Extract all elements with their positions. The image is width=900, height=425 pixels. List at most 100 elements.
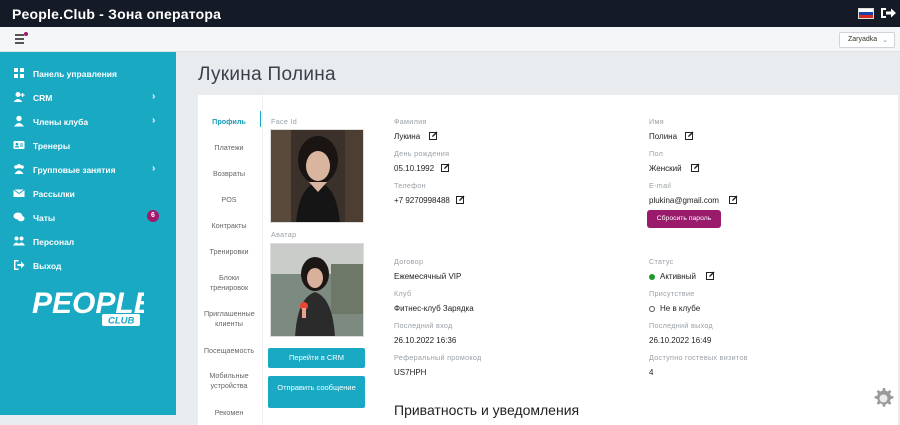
sidebar-item-mailings[interactable]: Рассылки (0, 182, 176, 206)
presence-dot (649, 306, 655, 312)
envelope-icon (13, 189, 25, 197)
edit-icon[interactable] (429, 131, 438, 140)
avatar-image (271, 244, 363, 336)
sidebar-item-group-classes[interactable]: Групповые занятия › (0, 158, 176, 182)
tab-trainings[interactable]: Тренировки (198, 247, 260, 257)
sidebar-item-label: Групповые занятия (33, 165, 116, 175)
sidebar-item-members[interactable]: Члены клуба › (0, 110, 176, 134)
edit-icon[interactable] (456, 195, 465, 204)
toolbar (0, 27, 900, 52)
sidebar-item-staff[interactable]: Персонал (0, 230, 176, 254)
edit-icon[interactable] (691, 163, 700, 172)
chevron-right-icon: › (152, 163, 156, 174)
gender-label: Пол (649, 149, 664, 158)
main-content: Лукина Полина Профиль Платежи Возвраты P… (176, 52, 900, 425)
page-title: Лукина Полина (198, 64, 336, 85)
guest-visits-value: 4 (649, 368, 654, 377)
chevron-right-icon: › (152, 91, 156, 102)
phone-label: Телефон (394, 181, 426, 190)
guest-visits-label: Доступно гостевых визитов (649, 353, 748, 362)
reset-password-button[interactable]: Сбросить пароль (647, 210, 721, 228)
edit-icon[interactable] (729, 195, 738, 204)
firstname-label: Имя (649, 117, 664, 126)
sidebar-item-dashboard[interactable]: Панель управления (0, 62, 176, 86)
sidebar-item-crm[interactable]: CRM › (0, 86, 176, 110)
sidebar-item-label: Члены клуба (33, 117, 89, 127)
tab-profile[interactable]: Профиль (198, 117, 260, 127)
tab-payments[interactable]: Платежи (198, 143, 260, 153)
face-id-photo (270, 129, 364, 223)
sidebar-item-label: CRM (33, 93, 53, 103)
edit-icon[interactable] (441, 163, 450, 172)
tab-invited-clients[interactable]: Приглашенные клиенты (198, 309, 260, 329)
app-title: People.Club - Зона оператора (12, 6, 222, 22)
sidebar-item-label: Персонал (33, 237, 75, 247)
unread-badge: 6 (147, 210, 159, 222)
logo-sub-text: CLUB (108, 316, 135, 327)
face-id-label: Face Id (271, 117, 298, 126)
birthday-label: День рождения (394, 149, 450, 158)
promo-value: US7HPH (394, 368, 427, 377)
users-icon (14, 164, 24, 174)
edit-icon[interactable] (706, 271, 715, 280)
people-club-logo: PEOPLE CLUB (32, 287, 144, 327)
status-active-dot (649, 274, 655, 280)
sidebar-item-trainers[interactable]: Тренеры (0, 134, 176, 158)
sidebar: Панель управления CRM › Члены клуба › Тр… (0, 52, 176, 415)
tab-attendance[interactable]: Посещаемость (198, 346, 260, 356)
chat-icon (13, 212, 25, 222)
tab-mobile-devices[interactable]: Мобильные устройства (198, 371, 260, 391)
settings-gear-icon[interactable] (871, 386, 895, 410)
sidebar-item-label: Выход (33, 261, 62, 271)
privacy-section-title: Приватность и уведомления (394, 402, 580, 418)
last-exit-label: Последний выход (649, 321, 714, 330)
status-label: Статус (649, 257, 674, 266)
tab-contracts[interactable]: Контракты (198, 221, 260, 231)
staff-icon (13, 236, 25, 246)
tab-training-blocks[interactable]: Блоки тренировок (198, 273, 260, 293)
phone-value: +7 9270998488 (394, 196, 450, 205)
firstname-value: Полина (649, 132, 678, 141)
user-plus-icon (13, 92, 25, 102)
user-icon (14, 115, 24, 127)
menu-toggle-icon[interactable] (15, 32, 28, 44)
presence-value: Не в клубе (660, 304, 701, 313)
member-card: Профиль Платежи Возвраты POS Контракты Т… (198, 95, 898, 425)
sidebar-item-chats[interactable]: Чаты 6 (0, 206, 176, 230)
email-value: plukina@gmail.com (649, 196, 719, 205)
promo-label: Реферальный промокод (394, 353, 482, 362)
last-login-value: 26.10.2022 16:36 (394, 336, 457, 345)
presence-label: Присутствие (649, 289, 695, 298)
club-select-value: Zaryadka (848, 36, 878, 43)
club-select[interactable]: Zaryadka ⌄ (839, 32, 895, 48)
avatar-photo[interactable] (270, 243, 364, 337)
sidebar-item-logout[interactable]: Выход (0, 254, 176, 278)
tab-pos[interactable]: POS (198, 195, 260, 205)
lastname-value: Лукина (394, 132, 421, 141)
tab-refunds[interactable]: Возвраты (198, 169, 260, 179)
sign-out-icon (14, 260, 25, 270)
logout-icon[interactable] (880, 6, 896, 20)
avatar-label: Аватар (271, 230, 297, 239)
chevron-down-icon: ⌄ (882, 37, 888, 44)
top-bar: People.Club - Зона оператора (0, 0, 900, 27)
chevron-right-icon: › (152, 115, 156, 126)
sidebar-item-label: Чаты (33, 213, 56, 223)
id-card-icon (13, 141, 25, 149)
last-login-label: Последний вход (394, 321, 453, 330)
sidebar-item-label: Панель управления (33, 69, 117, 79)
tab-recommendations[interactable]: Рекомен (198, 408, 260, 418)
sidebar-item-label: Тренеры (33, 141, 71, 151)
edit-icon[interactable] (685, 131, 694, 140)
dashboard-icon (14, 68, 24, 78)
contract-label: Договор (394, 257, 424, 266)
send-message-button[interactable]: Отправить сообщение (268, 376, 365, 408)
birthday-value: 05.10.1992 (394, 164, 435, 173)
contract-value: Ежемесячный VIP (394, 272, 462, 281)
active-tab-indicator (260, 111, 261, 127)
lastname-label: Фамилия (394, 117, 427, 126)
russian-flag-icon[interactable] (858, 8, 874, 19)
email-label: E-mail (649, 181, 672, 190)
face-id-image (271, 130, 363, 222)
go-to-crm-button[interactable]: Перейти в CRM (268, 348, 365, 368)
